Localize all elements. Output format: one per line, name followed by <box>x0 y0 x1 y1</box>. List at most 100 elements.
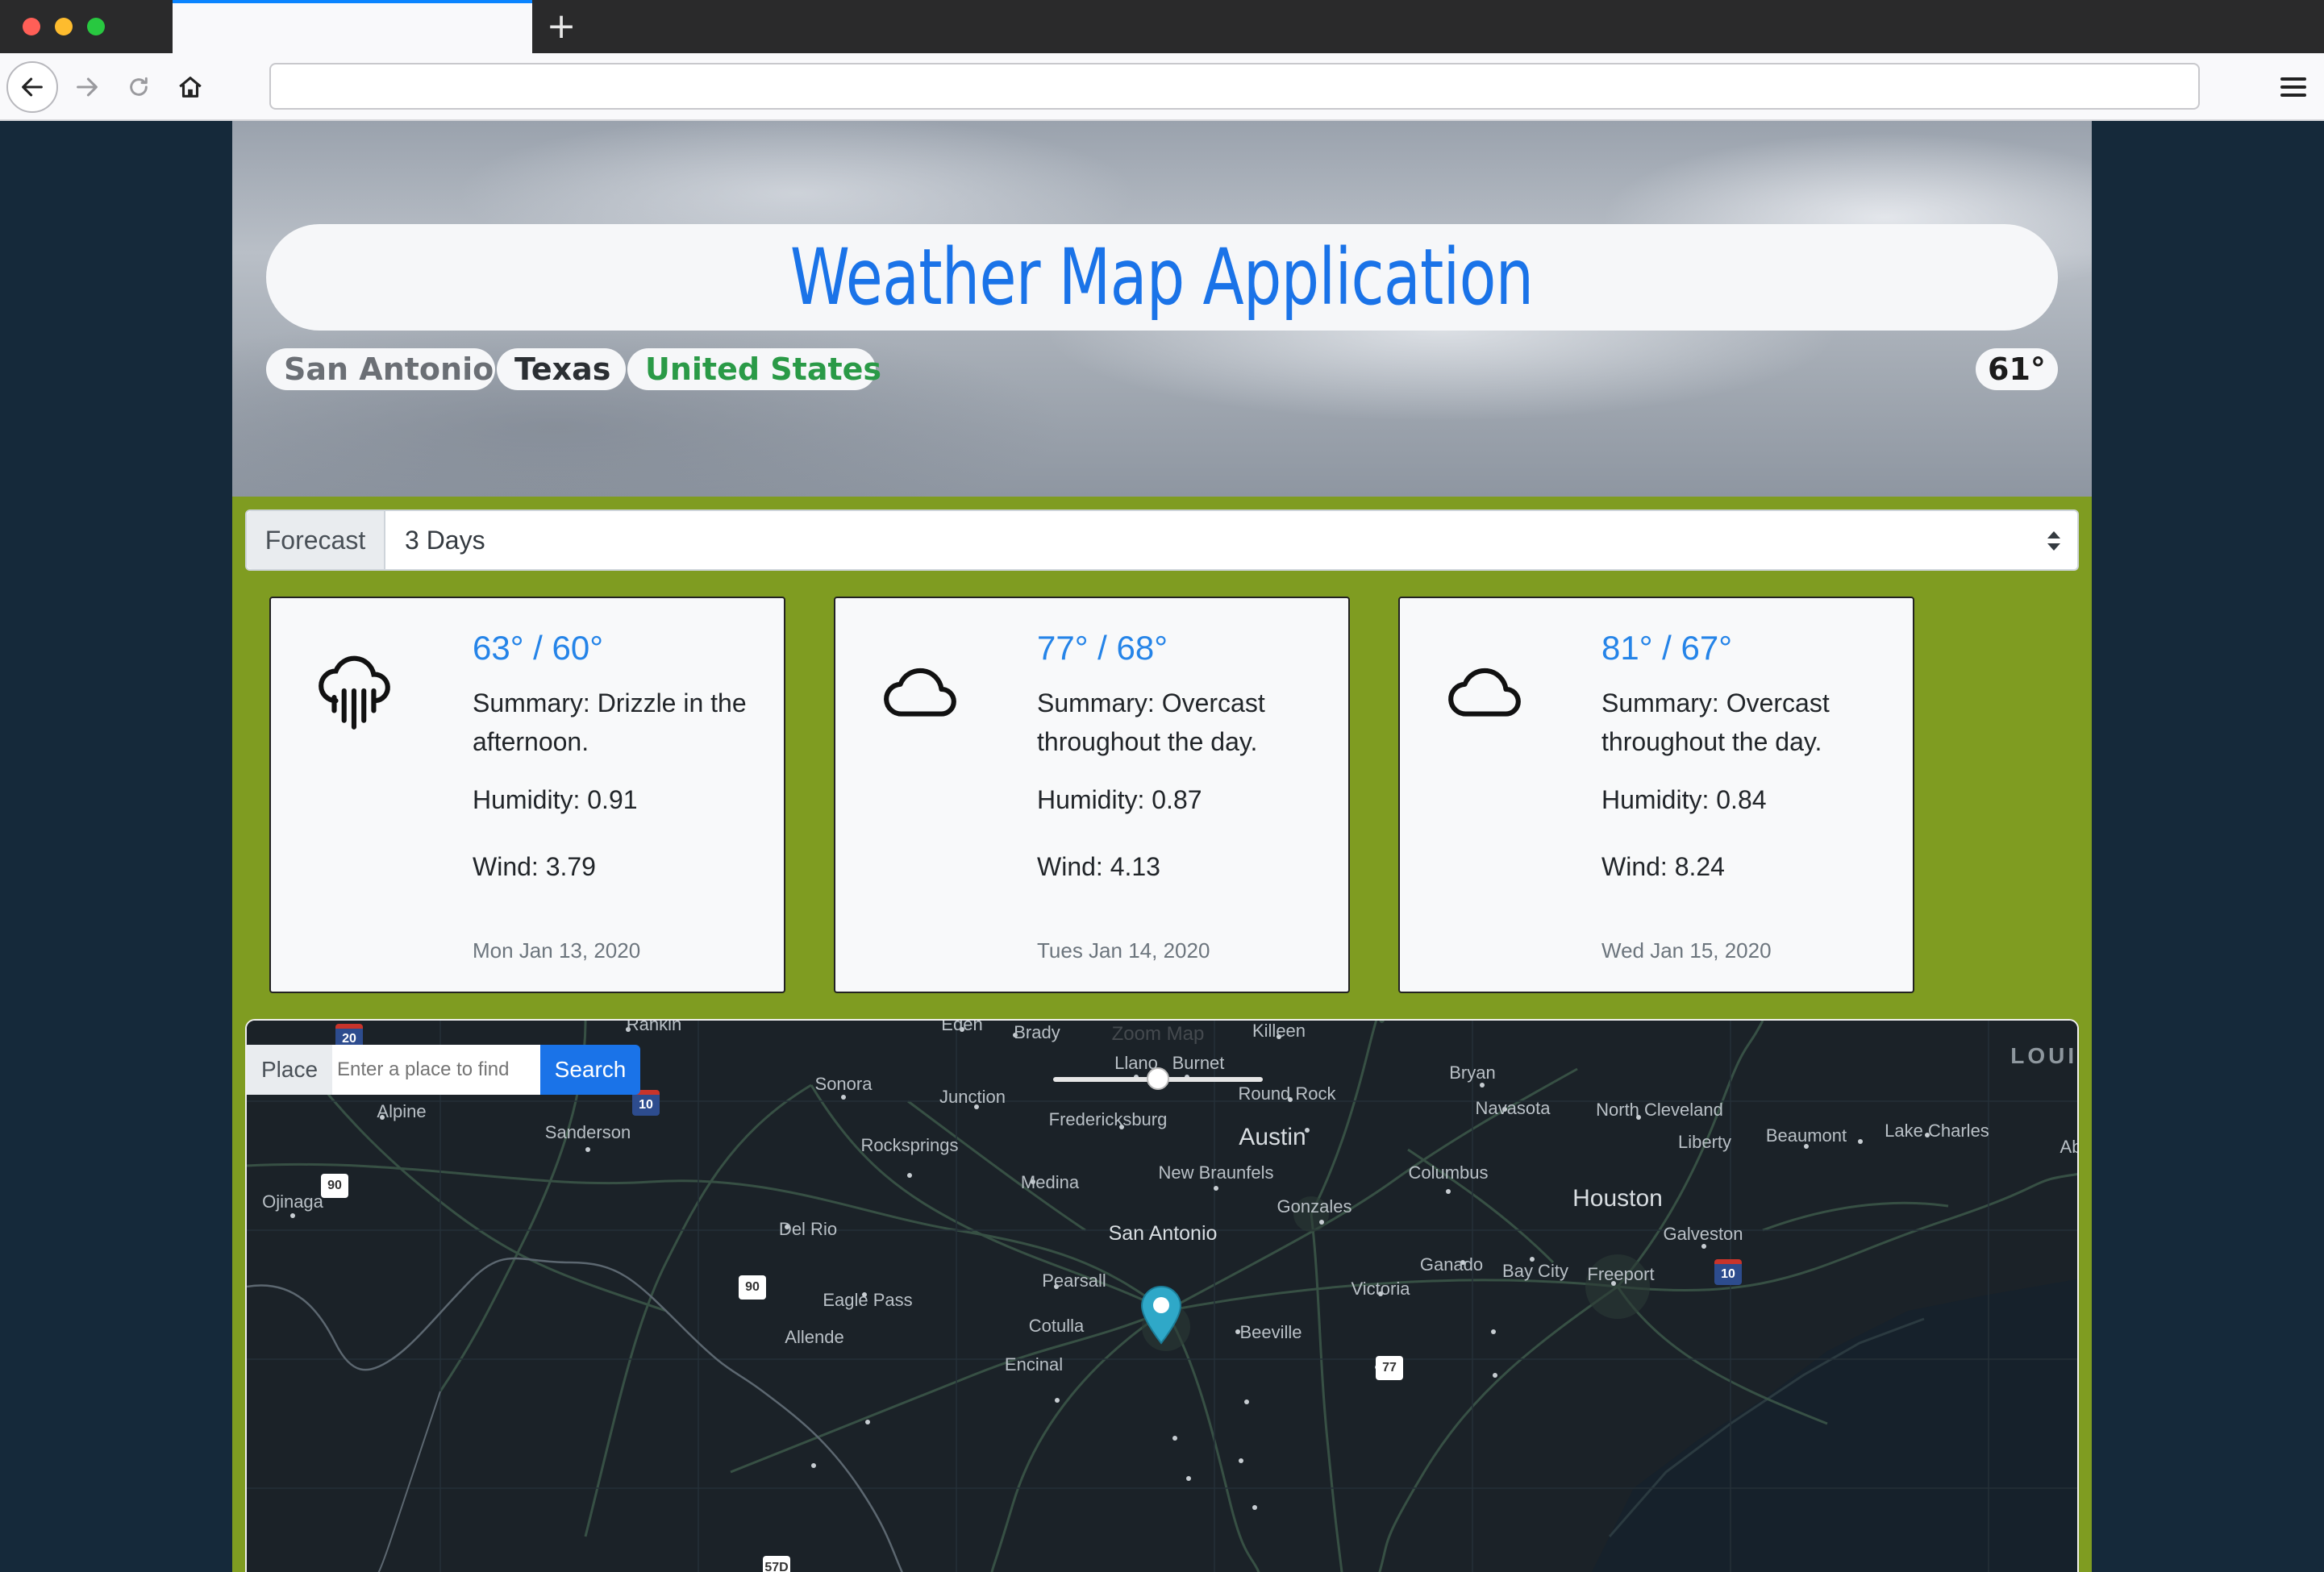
forecast-date: Wed Jan 15, 2020 <box>1601 938 1772 963</box>
map-label-ab: Ab <box>2060 1137 2077 1157</box>
wind-value: Wind: 3.79 <box>473 852 596 881</box>
back-button[interactable] <box>6 61 58 113</box>
map-label-san-antonio: San Antonio <box>1108 1222 1218 1245</box>
map-label-beeville: Beeville <box>1239 1322 1302 1342</box>
zoom-slider-thumb[interactable] <box>1147 1067 1169 1090</box>
select-caret-icon <box>2047 531 2060 551</box>
forecast-days-select[interactable]: 3 Days <box>385 511 2077 569</box>
state-badge: Texas <box>497 348 626 390</box>
forecast-card: 81° / 67° Summary: Overcast throughout t… <box>1398 597 1914 993</box>
plus-icon[interactable]: + <box>545 6 577 47</box>
us-highway-shield: 90 <box>321 1174 348 1198</box>
page-title: Weather Map Application <box>790 232 1534 322</box>
home-icon <box>179 77 202 98</box>
map-label-columbus: Columbus <box>1408 1162 1489 1183</box>
forecast-card-body: 77° / 68° Summary: Overcast throughout t… <box>1037 629 1327 919</box>
humidity-value: Humidity: 0.87 <box>1037 785 1202 814</box>
wind-value: Wind: 8.24 <box>1601 852 1725 881</box>
humidity-value: Humidity: 0.84 <box>1601 785 1767 814</box>
location-pin-icon[interactable] <box>1139 1283 1184 1345</box>
map-label-gonzales: Gonzales <box>1277 1196 1352 1216</box>
high-low-temperature: 81° / 67° <box>1601 629 1733 667</box>
map-label-burnet: Burnet <box>1172 1053 1225 1073</box>
reload-button[interactable] <box>113 61 165 113</box>
us-highway-shield: 57D <box>763 1556 790 1572</box>
address-bar[interactable] <box>269 63 2200 110</box>
high-low-temperature: 63° / 60° <box>473 629 604 667</box>
place-label: Place <box>247 1045 332 1095</box>
forward-arrow-icon <box>77 77 98 97</box>
minimize-window-button[interactable] <box>55 18 73 35</box>
map-label-pearsall: Pearsall <box>1042 1270 1106 1291</box>
map-label-north-cleveland: North Cleveland <box>1596 1100 1723 1120</box>
map-label-ganado: Ganado <box>1419 1254 1484 1275</box>
back-arrow-icon <box>22 77 43 97</box>
map-label-bryan: Bryan <box>1449 1063 1496 1083</box>
forecast-card: 77° / 68° Summary: Overcast throughout t… <box>834 597 1350 993</box>
map-label-louisiana: LOUIS <box>2010 1043 2078 1068</box>
weather-summary: Summary: Overcast throughout the day. <box>1037 688 1265 756</box>
map-label-freeport: Freeport <box>1587 1264 1655 1284</box>
forecast-selector: Forecast 3 Days <box>245 509 2079 571</box>
map-label-eden: Eden <box>941 1019 983 1034</box>
rain-cloud-icon <box>319 655 390 730</box>
forward-button[interactable] <box>61 61 113 113</box>
home-button[interactable] <box>165 61 216 113</box>
map-label-lake-charles: Lake Charles <box>1885 1121 1989 1141</box>
forecast-selected-value: 3 Days <box>405 526 485 555</box>
weather-summary: Summary: Overcast throughout the day. <box>1601 688 1830 756</box>
cloud-icon <box>1448 667 1521 717</box>
map-label-victoria: Victoria <box>1351 1279 1410 1299</box>
map-label-rankin: Rankin <box>626 1019 682 1034</box>
us-highway-shield: 77 <box>1376 1356 1403 1380</box>
browser-tab-bar: + <box>0 0 2324 53</box>
forecast-card-body: 81° / 67° Summary: Overcast throughout t… <box>1601 629 1892 919</box>
map-label-houston: Houston <box>1572 1185 1663 1212</box>
map-label-new-braunfels: New Braunfels <box>1158 1162 1274 1183</box>
map-label-medina: Medina <box>1020 1172 1080 1192</box>
map-label-cotulla: Cotulla <box>1028 1316 1085 1336</box>
humidity-value: Humidity: 0.91 <box>473 785 638 814</box>
weather-summary: Summary: Drizzle in the afternoon. <box>473 688 747 756</box>
browser-toolbar <box>0 53 2324 121</box>
map-view[interactable]: Rankin Eden Brady Killeen Llano Burnet L… <box>245 1019 2079 1572</box>
map-label-sanderson: Sanderson <box>544 1122 631 1142</box>
interstate-shield: 10 <box>1714 1259 1742 1285</box>
header-banner: Weather Map Application San Antonio Texa… <box>232 121 2092 497</box>
map-label-ojinaga: Ojinaga <box>262 1191 323 1212</box>
map-label-brady: Brady <box>1014 1022 1060 1042</box>
map-label-fredericksburg: Fredericksburg <box>1048 1109 1168 1129</box>
page-content: Weather Map Application San Antonio Texa… <box>232 121 2092 1572</box>
map-label-encinal: Encinal <box>1004 1354 1064 1374</box>
forecast-date: Tues Jan 14, 2020 <box>1037 938 1210 963</box>
current-temperature-badge: 61° <box>1976 348 2058 390</box>
map-label-allende: Allende <box>785 1327 844 1347</box>
close-window-button[interactable] <box>23 18 40 35</box>
wind-value: Wind: 4.13 <box>1037 852 1160 881</box>
title-pill: Weather Map Application <box>266 224 2058 331</box>
map-label-junction: Junction <box>939 1087 1006 1107</box>
map-label-galveston: Galveston <box>1663 1224 1743 1244</box>
hamburger-menu-icon[interactable] <box>2274 68 2313 106</box>
map-label-alpine: Alpine <box>377 1101 427 1121</box>
maximize-window-button[interactable] <box>87 18 105 35</box>
cloud-icon <box>884 667 956 717</box>
forecast-card-body: 63° / 60° Summary: Drizzle in the aftern… <box>473 629 763 919</box>
search-button[interactable]: Search <box>540 1045 640 1095</box>
map-label-killeen: Killeen <box>1252 1021 1306 1041</box>
map-label-liberty: Liberty <box>1677 1132 1732 1152</box>
reload-icon <box>130 77 148 96</box>
place-search-group: Place Search <box>247 1045 640 1095</box>
map-label-round-rock: Round Rock <box>1238 1083 1336 1104</box>
forecast-card: 63° / 60° Summary: Drizzle in the aftern… <box>269 597 785 993</box>
map-label-navasota: Navasota <box>1475 1098 1551 1118</box>
zoom-map-label: Zoom Map <box>1111 1023 1205 1045</box>
city-badge: San Antonio <box>266 348 495 390</box>
high-low-temperature: 77° / 68° <box>1037 629 1168 667</box>
us-highway-shield: 90 <box>739 1275 766 1300</box>
map-label-del-rio: Del Rio <box>778 1219 838 1239</box>
place-search-input[interactable] <box>332 1045 540 1095</box>
active-tab[interactable] <box>173 0 532 53</box>
map-label-bay-city: Bay City <box>1502 1261 1568 1281</box>
country-badge: United States <box>627 348 881 390</box>
